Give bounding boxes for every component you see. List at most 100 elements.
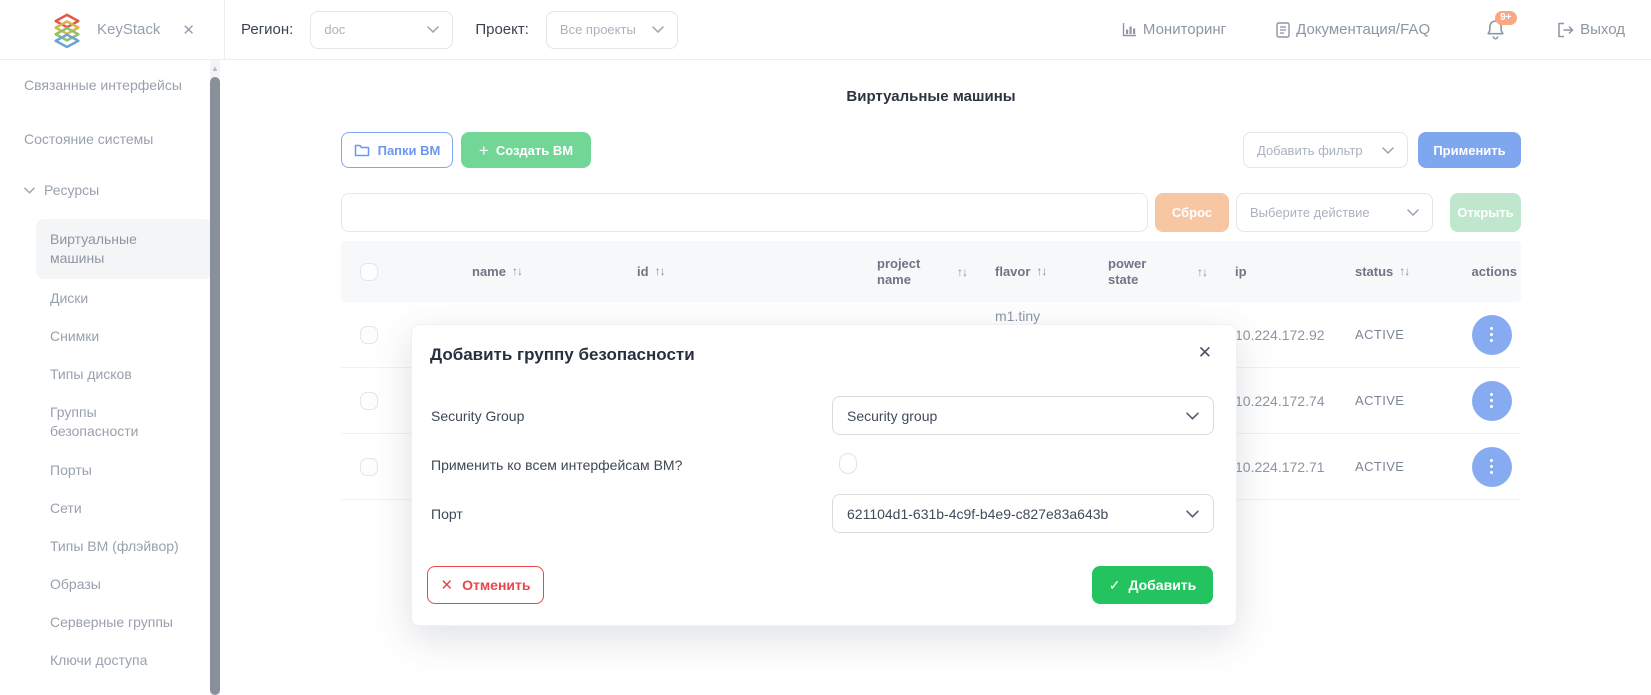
logout-label: Выход xyxy=(1580,21,1625,38)
status-badge: ACTIVE xyxy=(1355,459,1404,474)
sort-icon[interactable]: ↑↓ xyxy=(655,264,665,279)
open-button[interactable]: Открыть xyxy=(1450,193,1521,232)
choose-action-select[interactable]: Выберите действие xyxy=(1236,193,1433,232)
create-vm-button[interactable]: + Создать ВМ xyxy=(461,132,591,168)
column-power-state[interactable]: power state ↑↓ xyxy=(1092,256,1227,288)
close-icon[interactable]: ✕ xyxy=(1198,343,1212,363)
monitoring-chart-icon xyxy=(1122,22,1137,37)
vm-folders-button[interactable]: Папки ВМ xyxy=(341,132,453,168)
region-select[interactable]: doc xyxy=(310,11,453,49)
cancel-button[interactable]: ✕ Отменить xyxy=(427,566,544,604)
apply-to-all-label: Применить ко всем интерфейсам ВМ? xyxy=(431,457,682,473)
chevron-down-icon xyxy=(1382,147,1394,154)
column-ip: ip xyxy=(1227,264,1347,279)
table-header: name ↑↓ id ↑↓ project name ↑↓ flavor ↑↓ … xyxy=(341,241,1521,302)
sidebar-item-disks[interactable]: Диски xyxy=(0,279,225,317)
sidebar-item-security-groups[interactable]: Группы безопасности xyxy=(0,393,225,451)
security-group-label: Security Group xyxy=(431,408,524,424)
chevron-down-icon xyxy=(652,26,664,33)
row-checkbox[interactable] xyxy=(360,392,378,410)
check-icon: ✓ xyxy=(1109,577,1121,594)
row-ip: 10.224.172.74 xyxy=(1227,393,1347,409)
page-title: Виртуальные машины xyxy=(341,88,1521,105)
project-label: Проект: xyxy=(475,21,529,38)
sidebar-item-flavors[interactable]: Типы ВМ (флэйвор) xyxy=(0,527,225,565)
sidebar-item-snapshots[interactable]: Снимки xyxy=(0,317,225,355)
folder-icon xyxy=(354,143,370,157)
plus-icon: + xyxy=(479,142,489,159)
document-icon xyxy=(1276,22,1290,38)
column-flavor[interactable]: flavor ↑↓ xyxy=(977,264,1092,279)
reset-button[interactable]: Сброс xyxy=(1155,193,1229,232)
keystack-logo-icon xyxy=(50,12,84,48)
apply-filter-button[interactable]: Применить xyxy=(1418,132,1521,168)
chevron-down-icon xyxy=(1186,412,1199,420)
port-select[interactable]: 621104d1-631b-4c9f-b4e9-c827e83a643b xyxy=(832,494,1214,533)
kebab-icon xyxy=(1490,393,1493,396)
sidebar-item-disk-types[interactable]: Типы дисков xyxy=(0,355,225,393)
column-project-name[interactable]: project name ↑↓ xyxy=(827,256,977,288)
security-group-select[interactable]: Security group xyxy=(832,396,1214,435)
sidebar-item-access-keys[interactable]: Ключи доступа xyxy=(0,641,225,679)
chevron-down-icon xyxy=(1407,209,1419,216)
monitoring-link[interactable]: Мониторинг xyxy=(1122,21,1226,38)
sidebar-item-server-groups[interactable]: Серверные группы xyxy=(0,603,225,641)
dialog-title: Добавить группу безопасности xyxy=(430,345,695,365)
sort-icon[interactable]: ↑↓ xyxy=(512,264,522,279)
status-badge: ACTIVE xyxy=(1355,327,1404,342)
notifications-button[interactable]: 9+ xyxy=(1486,19,1505,40)
sidebar-item-system-state[interactable]: Состояние системы xyxy=(0,120,225,158)
chevron-down-icon xyxy=(24,187,35,194)
sidebar-scrollbar[interactable]: ▲ xyxy=(210,60,220,695)
sidebar-item-networks[interactable]: Сети xyxy=(0,489,225,527)
logout-icon xyxy=(1557,22,1574,38)
row-checkbox[interactable] xyxy=(360,458,378,476)
add-security-group-dialog: Добавить группу безопасности ✕ Security … xyxy=(411,324,1237,626)
apply-to-all-checkbox[interactable] xyxy=(839,453,857,474)
x-icon: ✕ xyxy=(441,576,454,594)
close-sidebar-icon[interactable]: ✕ xyxy=(182,21,195,39)
select-all-checkbox[interactable] xyxy=(360,263,378,281)
port-label: Порт xyxy=(431,506,463,522)
sort-icon[interactable]: ↑↓ xyxy=(1036,264,1046,279)
documentation-label: Документация/FAQ xyxy=(1296,21,1430,38)
row-flavor: m1.tiny xyxy=(995,308,1040,324)
sidebar-item-virtual-machines[interactable]: Виртуальные машины xyxy=(36,219,213,279)
row-ip: 10.224.172.92 xyxy=(1227,327,1347,343)
sidebar-item-linked-interfaces[interactable]: Связанные интерфейсы xyxy=(0,66,225,104)
row-actions-button[interactable] xyxy=(1472,381,1512,421)
add-filter-select[interactable]: Добавить фильтр xyxy=(1243,132,1408,168)
region-label: Регион: xyxy=(241,21,293,38)
logout-button[interactable]: Выход xyxy=(1557,21,1625,38)
brand-area: KeyStack ✕ xyxy=(0,0,225,60)
kebab-icon xyxy=(1490,459,1493,462)
status-badge: ACTIVE xyxy=(1355,393,1404,408)
notifications-badge: 9+ xyxy=(1495,11,1516,25)
sort-icon[interactable]: ↑↓ xyxy=(957,265,967,279)
chevron-down-icon xyxy=(427,26,439,33)
search-input[interactable] xyxy=(341,193,1148,232)
sort-icon[interactable]: ↑↓ xyxy=(1399,264,1409,279)
project-select[interactable]: Все проекты xyxy=(546,11,678,49)
sidebar-item-resources[interactable]: Ресурсы xyxy=(0,171,225,209)
column-name[interactable]: name ↑↓ xyxy=(397,264,597,279)
row-checkbox[interactable] xyxy=(360,326,378,344)
row-actions-button[interactable] xyxy=(1472,447,1512,487)
row-actions-button[interactable] xyxy=(1472,315,1512,355)
column-actions: actions xyxy=(1462,264,1521,279)
column-status[interactable]: status ↑↓ xyxy=(1347,264,1462,279)
sidebar: Связанные интерфейсы Состояние системы Р… xyxy=(0,60,225,695)
sidebar-item-ports[interactable]: Порты xyxy=(0,451,225,489)
top-bar: KeyStack ✕ Регион: doc Проект: Все проек… xyxy=(0,0,1651,60)
column-id[interactable]: id ↑↓ xyxy=(597,264,827,279)
scroll-up-icon[interactable]: ▲ xyxy=(210,64,220,74)
sort-icon[interactable]: ↑↓ xyxy=(1197,265,1207,279)
documentation-link[interactable]: Документация/FAQ xyxy=(1276,21,1430,38)
row-ip: 10.224.172.71 xyxy=(1227,459,1347,475)
sidebar-item-images[interactable]: Образы xyxy=(0,565,225,603)
chevron-down-icon xyxy=(1186,510,1199,518)
add-button[interactable]: ✓ Добавить xyxy=(1092,566,1213,604)
kebab-icon xyxy=(1490,327,1493,330)
brand-title: KeyStack xyxy=(97,21,160,38)
scrollbar-thumb[interactable] xyxy=(210,77,220,695)
